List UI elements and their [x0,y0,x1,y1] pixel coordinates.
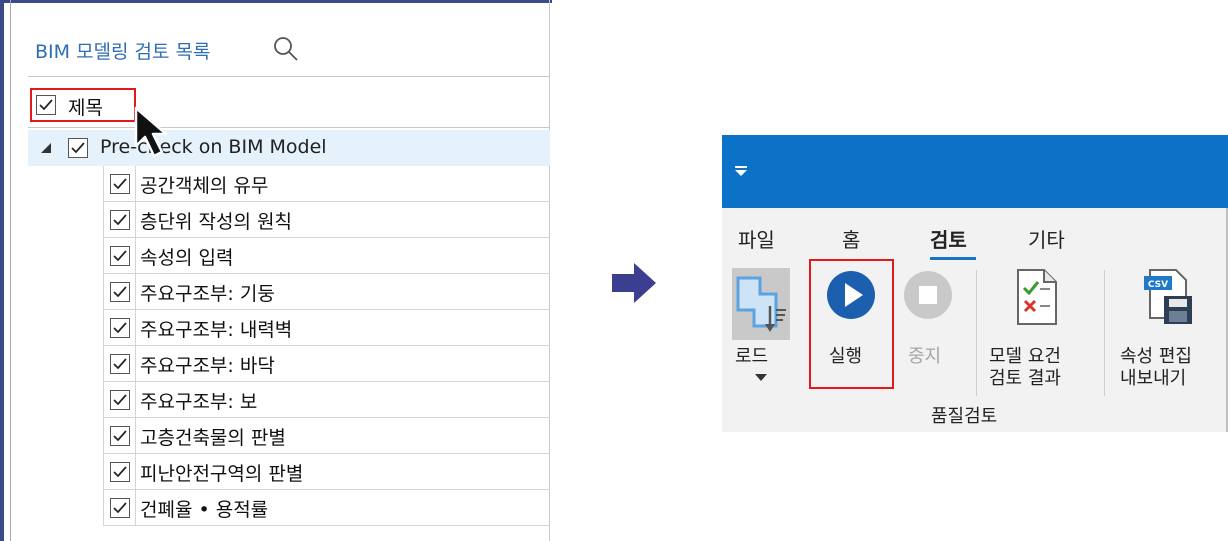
tab-file[interactable]: 파일 [738,224,775,253]
load-icon [732,268,790,340]
search-icon[interactable] [272,35,300,63]
list-item[interactable]: 속성의 입력 [103,238,550,274]
title-bar [722,135,1228,208]
cell-divider [135,346,136,381]
list-item[interactable]: 고층건축물의 판별 [103,418,550,454]
column-header: 제목 [28,77,550,128]
model-review-label-line2: 검토 결과 [989,368,1061,389]
check-icon [113,286,127,298]
attribute-edit-label-line1: 속성 편집 [1120,346,1192,367]
bim-review-list-panel: BIM 모델링 검토 목록 제목 Pre-check on BIM Model … [0,0,552,541]
cell-divider [135,166,136,201]
list-item[interactable]: 피난안전구역의 판별 [103,454,550,490]
stop-button[interactable]: 중지 [902,266,958,386]
list-item[interactable]: 주요구조부: 기둥 [103,274,550,310]
cell-divider [135,490,136,525]
cell-divider [135,418,136,453]
tab-other[interactable]: 기타 [1028,224,1065,253]
group-separator [976,270,977,396]
attribute-edit-export-button[interactable]: CSV 속성 편집 내보내기 [1110,266,1222,396]
item-checkbox[interactable] [110,246,130,266]
chevron-down-icon [755,374,767,381]
column-header-title[interactable]: 제목 [68,93,103,120]
mouse-cursor-icon [134,106,168,158]
list-item[interactable]: 주요구조부: 바닥 [103,346,550,382]
cell-divider [135,454,136,489]
svg-text:CSV: CSV [1148,280,1168,290]
check-icon [113,178,127,190]
tree-root-row[interactable]: Pre-check on BIM Model [28,130,550,166]
check-icon [113,322,127,334]
check-icon [39,99,53,111]
run-label: 실행 [829,346,863,367]
checklist-icon [1017,269,1057,325]
item-checkbox[interactable] [110,174,130,194]
check-icon [113,214,127,226]
item-checkbox[interactable] [110,210,130,230]
csv-save-icon: CSV [1144,269,1192,324]
list-item[interactable]: 건폐율 • 용적률 [103,490,550,526]
check-icon [113,358,127,370]
item-checkbox[interactable] [110,426,130,446]
ribbon-body: 파일 홈 검토 기타 로드 실행 중지 모델 요건 검토 결과 CSV 속성 편… [722,208,1228,432]
item-label: 속성의 입력 [140,247,234,269]
run-button[interactable]: 실행 [814,266,890,386]
item-label: 주요구조부: 내력벽 [140,319,293,341]
list-item[interactable]: 공간객체의 유무 [103,166,550,202]
cell-divider [135,310,136,345]
group-label-quality-review: 품질검토 [931,406,998,427]
check-icon [113,502,127,514]
select-all-checkbox[interactable] [36,95,56,115]
item-label: 피난안전구역의 판별 [140,463,304,485]
panel-border-top [0,0,552,3]
item-checkbox[interactable] [110,354,130,374]
play-icon [827,271,875,319]
item-label: 공간객체의 유무 [140,175,269,197]
panel-border [0,0,4,541]
root-checkbox[interactable] [68,138,88,158]
item-label: 고층건축물의 판별 [140,427,286,449]
list-item[interactable]: 주요구조부: 내력벽 [103,310,550,346]
check-icon [113,250,127,262]
item-checkbox[interactable] [110,498,130,518]
quick-access-dropdown-icon[interactable] [734,165,748,177]
active-tab-indicator [930,257,976,260]
tab-review[interactable]: 검토 [930,224,967,253]
load-label: 로드 [735,346,769,367]
stop-icon [904,271,952,319]
ribbon-toolbar: 파일 홈 검토 기타 로드 실행 중지 모델 요건 검토 결과 CSV 속성 편… [722,135,1228,432]
item-checkbox[interactable] [110,282,130,302]
model-review-result-button[interactable]: 모델 요건 검토 결과 [984,266,1092,396]
item-label: 주요구조부: 보 [140,391,258,413]
model-review-label-line1: 모델 요건 [989,346,1061,367]
panel-inner-border [10,0,11,541]
panel-title: BIM 모델링 검토 목록 [35,40,211,63]
expand-arrow-icon[interactable] [40,143,52,153]
stop-label: 중지 [908,346,942,367]
attribute-edit-label-line2: 내보내기 [1120,368,1187,389]
load-button[interactable]: 로드 [730,266,792,394]
tab-home[interactable]: 홈 [842,224,860,253]
cell-divider [135,202,136,237]
right-arrow-icon [612,263,656,303]
list-item[interactable]: 주요구조부: 보 [103,382,550,418]
item-label: 건폐율 • 용적률 [140,499,269,521]
cell-divider [135,238,136,273]
item-checkbox[interactable] [110,390,130,410]
check-icon [71,142,85,154]
check-icon [113,466,127,478]
item-label: 주요구조부: 기둥 [140,283,275,305]
group-separator [1104,270,1105,396]
check-icon [113,430,127,442]
item-checkbox[interactable] [110,462,130,482]
cell-divider [135,382,136,417]
item-checkbox[interactable] [110,318,130,338]
item-label: 주요구조부: 바닥 [140,355,275,377]
check-icon [113,394,127,406]
list-item[interactable]: 층단위 작성의 원칙 [103,202,550,238]
cell-divider [135,274,136,309]
item-label: 층단위 작성의 원칙 [140,211,292,233]
